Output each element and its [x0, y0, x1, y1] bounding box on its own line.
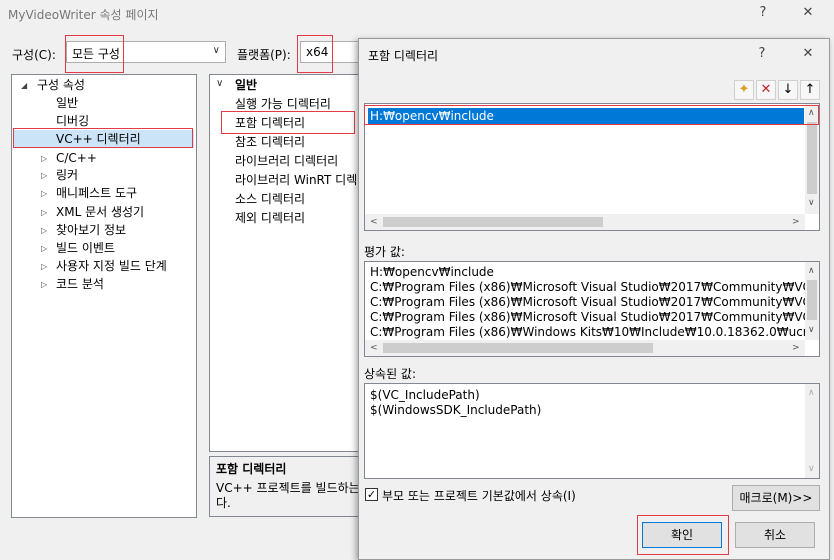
- property-row[interactable]: 참조 디렉터리: [235, 133, 305, 151]
- collapse-triangle-icon[interactable]: ◢: [21, 81, 27, 90]
- scroll-right-icon[interactable]: >: [792, 217, 800, 227]
- macro-button[interactable]: 매크로(M)>>: [732, 485, 820, 511]
- evaluated-line: H:₩opencv₩include: [370, 265, 494, 279]
- scroll-up-icon[interactable]: ∧: [808, 266, 815, 276]
- evaluated-line: C:₩Program Files (x86)₩Microsoft Visual …: [370, 295, 820, 309]
- scroll-up-icon[interactable]: ∧: [808, 388, 815, 398]
- expand-triangle-icon[interactable]: ▷: [41, 189, 47, 198]
- tree-item-general[interactable]: 일반: [56, 94, 78, 112]
- expand-triangle-icon[interactable]: ▷: [41, 171, 47, 180]
- property-row[interactable]: 소스 디렉터리: [235, 190, 305, 208]
- property-row[interactable]: 라이브러리 디렉터리: [235, 152, 338, 170]
- tree-root[interactable]: 구성 속성: [37, 76, 85, 94]
- platform-label: 플랫폼(P):: [237, 48, 291, 62]
- collapse-chevron-icon[interactable]: ∨: [216, 78, 223, 89]
- property-group: 일반: [235, 78, 258, 92]
- expand-triangle-icon[interactable]: ▷: [41, 154, 47, 163]
- move-down-icon[interactable]: ↓: [778, 80, 798, 100]
- inherited-line: $(VC_IncludePath): [370, 388, 480, 402]
- tree-item-xml-doc[interactable]: XML 문서 생성기: [56, 203, 144, 221]
- help-button[interactable]: ?: [752, 5, 774, 20]
- inherited-list: $(VC_IncludePath) $(WindowsSDK_IncludePa…: [364, 383, 820, 479]
- description-text-2: 다.: [216, 496, 231, 510]
- evaluated-list: H:₩opencv₩include C:₩Program Files (x86)…: [364, 261, 820, 357]
- evaluated-line: C:₩Program Files (x86)₩Microsoft Visual …: [370, 280, 820, 294]
- description-panel: 포함 디렉터리 VC++ 프로젝트를 빌드하는 다.: [209, 456, 361, 517]
- tree-item-build-events[interactable]: 빌드 이벤트: [56, 239, 115, 257]
- directory-entry[interactable]: H:₩opencv₩include: [368, 108, 804, 124]
- include-directories-dialog: 포함 디렉터리 ? ✕ ✦ ✕ ↓ ↑ H:₩opencv₩include ∧ …: [358, 38, 830, 560]
- inherit-checkbox-label[interactable]: 부모 또는 프로젝트 기본값에서 상속(I): [382, 487, 576, 504]
- dialog-help-button[interactable]: ?: [751, 46, 773, 61]
- tree-item-manifest[interactable]: 매니페스트 도구: [56, 184, 137, 202]
- vertical-scrollbar[interactable]: ∧ ∨: [805, 262, 819, 340]
- platform-value: x64: [306, 45, 329, 59]
- chevron-down-icon: ∨: [212, 45, 220, 56]
- horizontal-scrollbar[interactable]: < >: [365, 214, 805, 230]
- property-row-include[interactable]: 포함 디렉터리: [235, 114, 305, 132]
- scroll-thumb[interactable]: [807, 122, 817, 194]
- tree-item-code-analysis[interactable]: 코드 분석: [56, 275, 104, 293]
- evaluated-label: 평가 값:: [364, 245, 405, 259]
- window-title: MyVideoWriter 속성 페이지: [8, 8, 159, 22]
- expand-triangle-icon[interactable]: ▷: [41, 280, 47, 289]
- property-row[interactable]: 라이브러리 WinRT 디렉: [235, 171, 357, 189]
- expand-triangle-icon[interactable]: ▷: [41, 262, 47, 271]
- description-title: 포함 디렉터리: [216, 462, 287, 476]
- tree-item-browse-info[interactable]: 찾아보기 정보: [56, 221, 126, 239]
- scroll-down-icon[interactable]: ∨: [808, 325, 815, 335]
- expand-triangle-icon[interactable]: ▷: [41, 244, 47, 253]
- cancel-button[interactable]: 취소: [735, 522, 815, 548]
- delete-icon[interactable]: ✕: [756, 80, 776, 100]
- property-grid: ∨ 일반 실행 가능 디렉터리 포함 디렉터리 참조 디렉터리 라이브러리 디렉…: [209, 74, 361, 452]
- inherit-checkbox[interactable]: ✓: [365, 488, 378, 501]
- scroll-down-icon[interactable]: ∨: [808, 198, 815, 208]
- property-row[interactable]: 제외 디렉터리: [235, 209, 305, 227]
- config-combo[interactable]: 모든 구성 ∨: [66, 41, 226, 63]
- category-tree: ◢ 구성 속성 일반 디버깅 VC++ 디렉터리 ▷ C/C++ ▷ 링커 ▷ …: [11, 74, 197, 518]
- horizontal-scrollbar[interactable]: < >: [365, 340, 805, 356]
- scroll-left-icon[interactable]: <: [370, 343, 378, 353]
- scroll-thumb[interactable]: [383, 217, 603, 227]
- config-value: 모든 구성: [72, 47, 120, 61]
- description-text: VC++ 프로젝트를 빌드하는: [216, 481, 360, 495]
- tree-item-debugging[interactable]: 디버깅: [56, 112, 89, 130]
- scroll-thumb[interactable]: [383, 343, 653, 353]
- directory-list[interactable]: H:₩opencv₩include ∧ ∨ < >: [364, 103, 820, 231]
- vertical-scrollbar[interactable]: ∧ ∨: [805, 104, 819, 214]
- evaluated-line: C:₩Program Files (x86)₩Windows Kits₩10₩I…: [370, 325, 813, 339]
- tree-item-custom-build[interactable]: 사용자 지정 빌드 단계: [56, 257, 167, 275]
- scroll-right-icon[interactable]: >: [792, 343, 800, 353]
- expand-triangle-icon[interactable]: ▷: [41, 226, 47, 235]
- new-folder-icon[interactable]: ✦: [734, 80, 754, 100]
- scroll-left-icon[interactable]: <: [370, 217, 378, 227]
- dialog-title: 포함 디렉터리: [368, 49, 439, 63]
- ok-button[interactable]: 확인: [642, 522, 722, 548]
- tree-item-linker[interactable]: 링커: [56, 166, 78, 184]
- tree-item-cpp[interactable]: C/C++: [56, 149, 97, 167]
- move-up-icon[interactable]: ↑: [800, 80, 820, 100]
- vertical-scrollbar[interactable]: ∧ ∨: [805, 384, 819, 478]
- dialog-close-button[interactable]: ✕: [797, 46, 819, 61]
- config-label: 구성(C):: [12, 48, 56, 62]
- platform-combo[interactable]: x64: [300, 41, 360, 63]
- property-row[interactable]: 실행 가능 디렉터리: [235, 95, 331, 113]
- scroll-thumb[interactable]: [807, 280, 817, 320]
- evaluated-line: C:₩Program Files (x86)₩Microsoft Visual …: [370, 310, 820, 324]
- scroll-down-icon[interactable]: ∨: [808, 464, 815, 474]
- inherited-line: $(WindowsSDK_IncludePath): [370, 403, 542, 417]
- scroll-up-icon[interactable]: ∧: [808, 108, 815, 118]
- expand-triangle-icon[interactable]: ▷: [41, 208, 47, 217]
- inherited-label: 상속된 값:: [364, 367, 417, 381]
- tree-item-vc-directories[interactable]: VC++ 디렉터리: [14, 130, 194, 148]
- close-button[interactable]: ✕: [797, 5, 819, 20]
